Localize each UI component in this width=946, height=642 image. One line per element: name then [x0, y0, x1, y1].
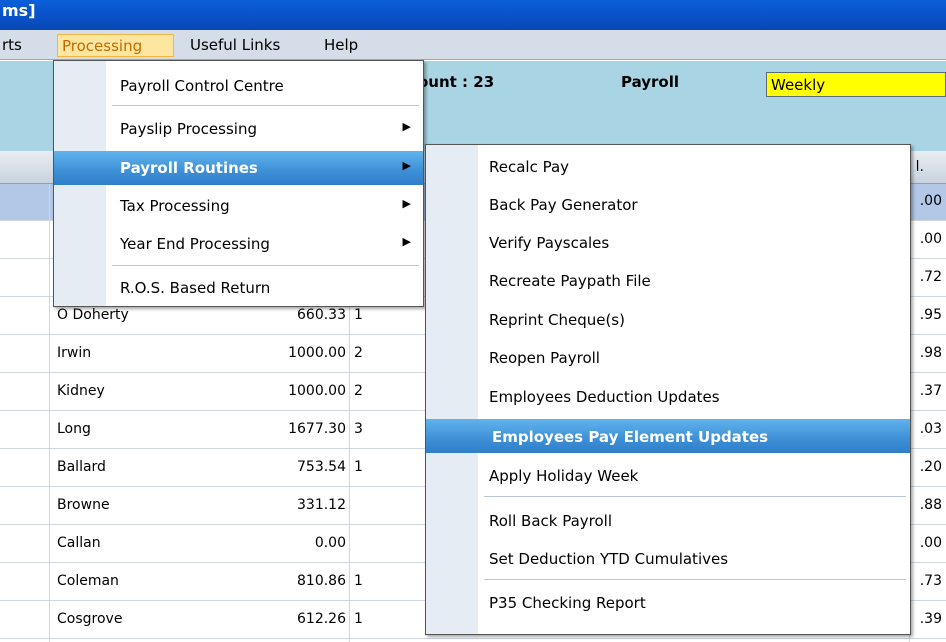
- employee-surname-cell: O Doherty: [57, 307, 129, 323]
- menu-item-label: Reopen Payroll: [489, 349, 600, 367]
- payroll-routines-submenu: Recalc Pay Back Pay Generator Verify Pay…: [425, 144, 911, 635]
- code-cell: 2: [354, 383, 363, 399]
- employee-surname-cell: Cosgrove: [57, 611, 123, 627]
- total-cell: .00: [919, 535, 942, 551]
- menu-item-recreate-paypath-file[interactable]: Recreate Paypath File: [426, 263, 910, 297]
- gross-pay-cell: 753.54: [297, 459, 346, 475]
- processing-menu: Payroll Control Centre Payslip Processin…: [53, 60, 424, 307]
- payroll-frequency-select[interactable]: Weekly: [766, 72, 946, 97]
- employee-surname-cell: Long: [57, 421, 91, 437]
- total-cell: .95: [919, 307, 942, 323]
- gross-pay-cell: 331.12: [297, 497, 346, 513]
- employee-surname-cell: Kidney: [57, 383, 105, 399]
- menu-item-verify-payscales[interactable]: Verify Payscales: [426, 225, 910, 259]
- submenu-arrow-icon: ▶: [402, 159, 411, 172]
- menu-item-back-pay-generator[interactable]: Back Pay Generator: [426, 187, 910, 221]
- total-cell: .88: [919, 497, 942, 513]
- grid-column-divider: [49, 184, 50, 642]
- menu-item-label: Recalc Pay: [489, 158, 570, 176]
- menu-item-label: Year End Processing: [120, 235, 270, 253]
- gross-pay-cell: 1000.00: [288, 383, 346, 399]
- payroll-label: Payroll: [621, 73, 680, 91]
- employee-surname-cell: Ballard: [57, 459, 106, 475]
- menu-item-label: Payroll Control Centre: [120, 77, 284, 95]
- menu-item-payslip-processing[interactable]: Payslip Processing ▶: [54, 112, 423, 146]
- menu-item-label: Roll Back Payroll: [489, 512, 613, 530]
- employee-surname-cell: Browne: [57, 497, 110, 513]
- total-cell: .20: [919, 459, 942, 475]
- menu-item-label: Reprint Cheque(s): [489, 311, 625, 329]
- menu-item-reopen-payroll[interactable]: Reopen Payroll: [426, 340, 910, 374]
- menu-item-label: P35 Checking Report: [489, 594, 646, 612]
- menu-item-ros-based-return[interactable]: R.O.S. Based Return: [54, 271, 423, 305]
- submenu-arrow-icon: ▶: [402, 120, 411, 133]
- menu-item-label: Employees Deduction Updates: [489, 388, 720, 406]
- gross-pay-cell: 0.00: [314, 535, 346, 551]
- code-cell: 1: [354, 307, 363, 323]
- employee-surname-cell: Irwin: [57, 345, 92, 361]
- grid-header-fragment: l.: [915, 159, 924, 175]
- employee-surname-cell: Callan: [57, 535, 101, 551]
- menu-item-payroll-control-centre[interactable]: Payroll Control Centre: [54, 69, 423, 103]
- menu-reports[interactable]: rts: [0, 34, 46, 57]
- menu-item-roll-back-payroll[interactable]: Roll Back Payroll: [426, 503, 910, 537]
- menu-item-label: Set Deduction YTD Cumulatives: [489, 550, 729, 568]
- menu-item-label: Verify Payscales: [489, 234, 610, 252]
- code-cell: 1: [354, 459, 363, 475]
- menu-item-label: Payroll Routines: [120, 159, 258, 177]
- menu-item-tax-processing[interactable]: Tax Processing ▶: [54, 189, 423, 223]
- total-cell: .73: [919, 573, 942, 589]
- menu-item-payroll-routines[interactable]: Payroll Routines ▶: [54, 151, 423, 185]
- menu-item-reprint-cheques[interactable]: Reprint Cheque(s): [426, 302, 910, 336]
- menu-item-employees-deduction-updates[interactable]: Employees Deduction Updates: [426, 379, 910, 413]
- menu-item-label: Tax Processing: [120, 197, 230, 215]
- menu-bar: rts Processing Useful Links Help: [0, 30, 946, 60]
- menu-item-label: Employees Pay Element Updates: [492, 428, 769, 446]
- menu-useful-links[interactable]: Useful Links: [190, 34, 310, 57]
- window-title: ms]: [2, 1, 36, 20]
- gross-pay-cell: 660.33: [297, 307, 346, 323]
- code-cell: 1: [354, 573, 363, 589]
- window-title-bar: ms]: [0, 0, 946, 30]
- menu-item-year-end-processing[interactable]: Year End Processing ▶: [54, 227, 423, 261]
- gross-pay-cell: 1000.00: [288, 345, 346, 361]
- menu-item-p35-checking-report[interactable]: P35 Checking Report: [426, 585, 910, 619]
- menu-item-recalc-pay[interactable]: Recalc Pay: [426, 149, 910, 183]
- code-cell: 2: [354, 345, 363, 361]
- submenu-arrow-icon: ▶: [402, 235, 411, 248]
- menu-item-apply-holiday-week[interactable]: Apply Holiday Week: [426, 458, 910, 492]
- code-cell: 1: [354, 611, 363, 627]
- menu-item-set-deduction-ytd-cumulatives[interactable]: Set Deduction YTD Cumulatives: [426, 541, 910, 575]
- menu-item-label: Back Pay Generator: [489, 196, 638, 214]
- employee-surname-cell: Coleman: [57, 573, 119, 589]
- menu-separator: [484, 496, 906, 497]
- menu-item-label: Payslip Processing: [120, 120, 257, 138]
- code-cell: 3: [354, 421, 363, 437]
- total-cell: .98: [919, 345, 942, 361]
- menu-separator: [484, 579, 906, 580]
- menu-separator: [112, 265, 419, 266]
- submenu-arrow-icon: ▶: [402, 197, 411, 210]
- total-cell: .03: [919, 421, 942, 437]
- gross-pay-cell: 1677.30: [288, 421, 346, 437]
- total-cell: .00: [919, 193, 942, 209]
- menu-item-label: R.O.S. Based Return: [120, 279, 271, 297]
- total-cell: .39: [919, 611, 942, 627]
- menu-item-label: Recreate Paypath File: [489, 272, 651, 290]
- menu-item-employees-pay-element-updates[interactable]: Employees Pay Element Updates: [426, 419, 910, 453]
- total-cell: .72: [919, 269, 942, 285]
- menu-item-label: Apply Holiday Week: [489, 467, 639, 485]
- total-cell: .00: [919, 231, 942, 247]
- gross-pay-cell: 612.26: [297, 611, 346, 627]
- menu-processing[interactable]: Processing: [57, 34, 174, 57]
- total-cell: .37: [919, 383, 942, 399]
- gross-pay-cell: 810.86: [297, 573, 346, 589]
- menu-help[interactable]: Help: [324, 34, 374, 57]
- employee-count-label: ount : 23: [418, 73, 495, 91]
- menu-separator: [112, 105, 419, 106]
